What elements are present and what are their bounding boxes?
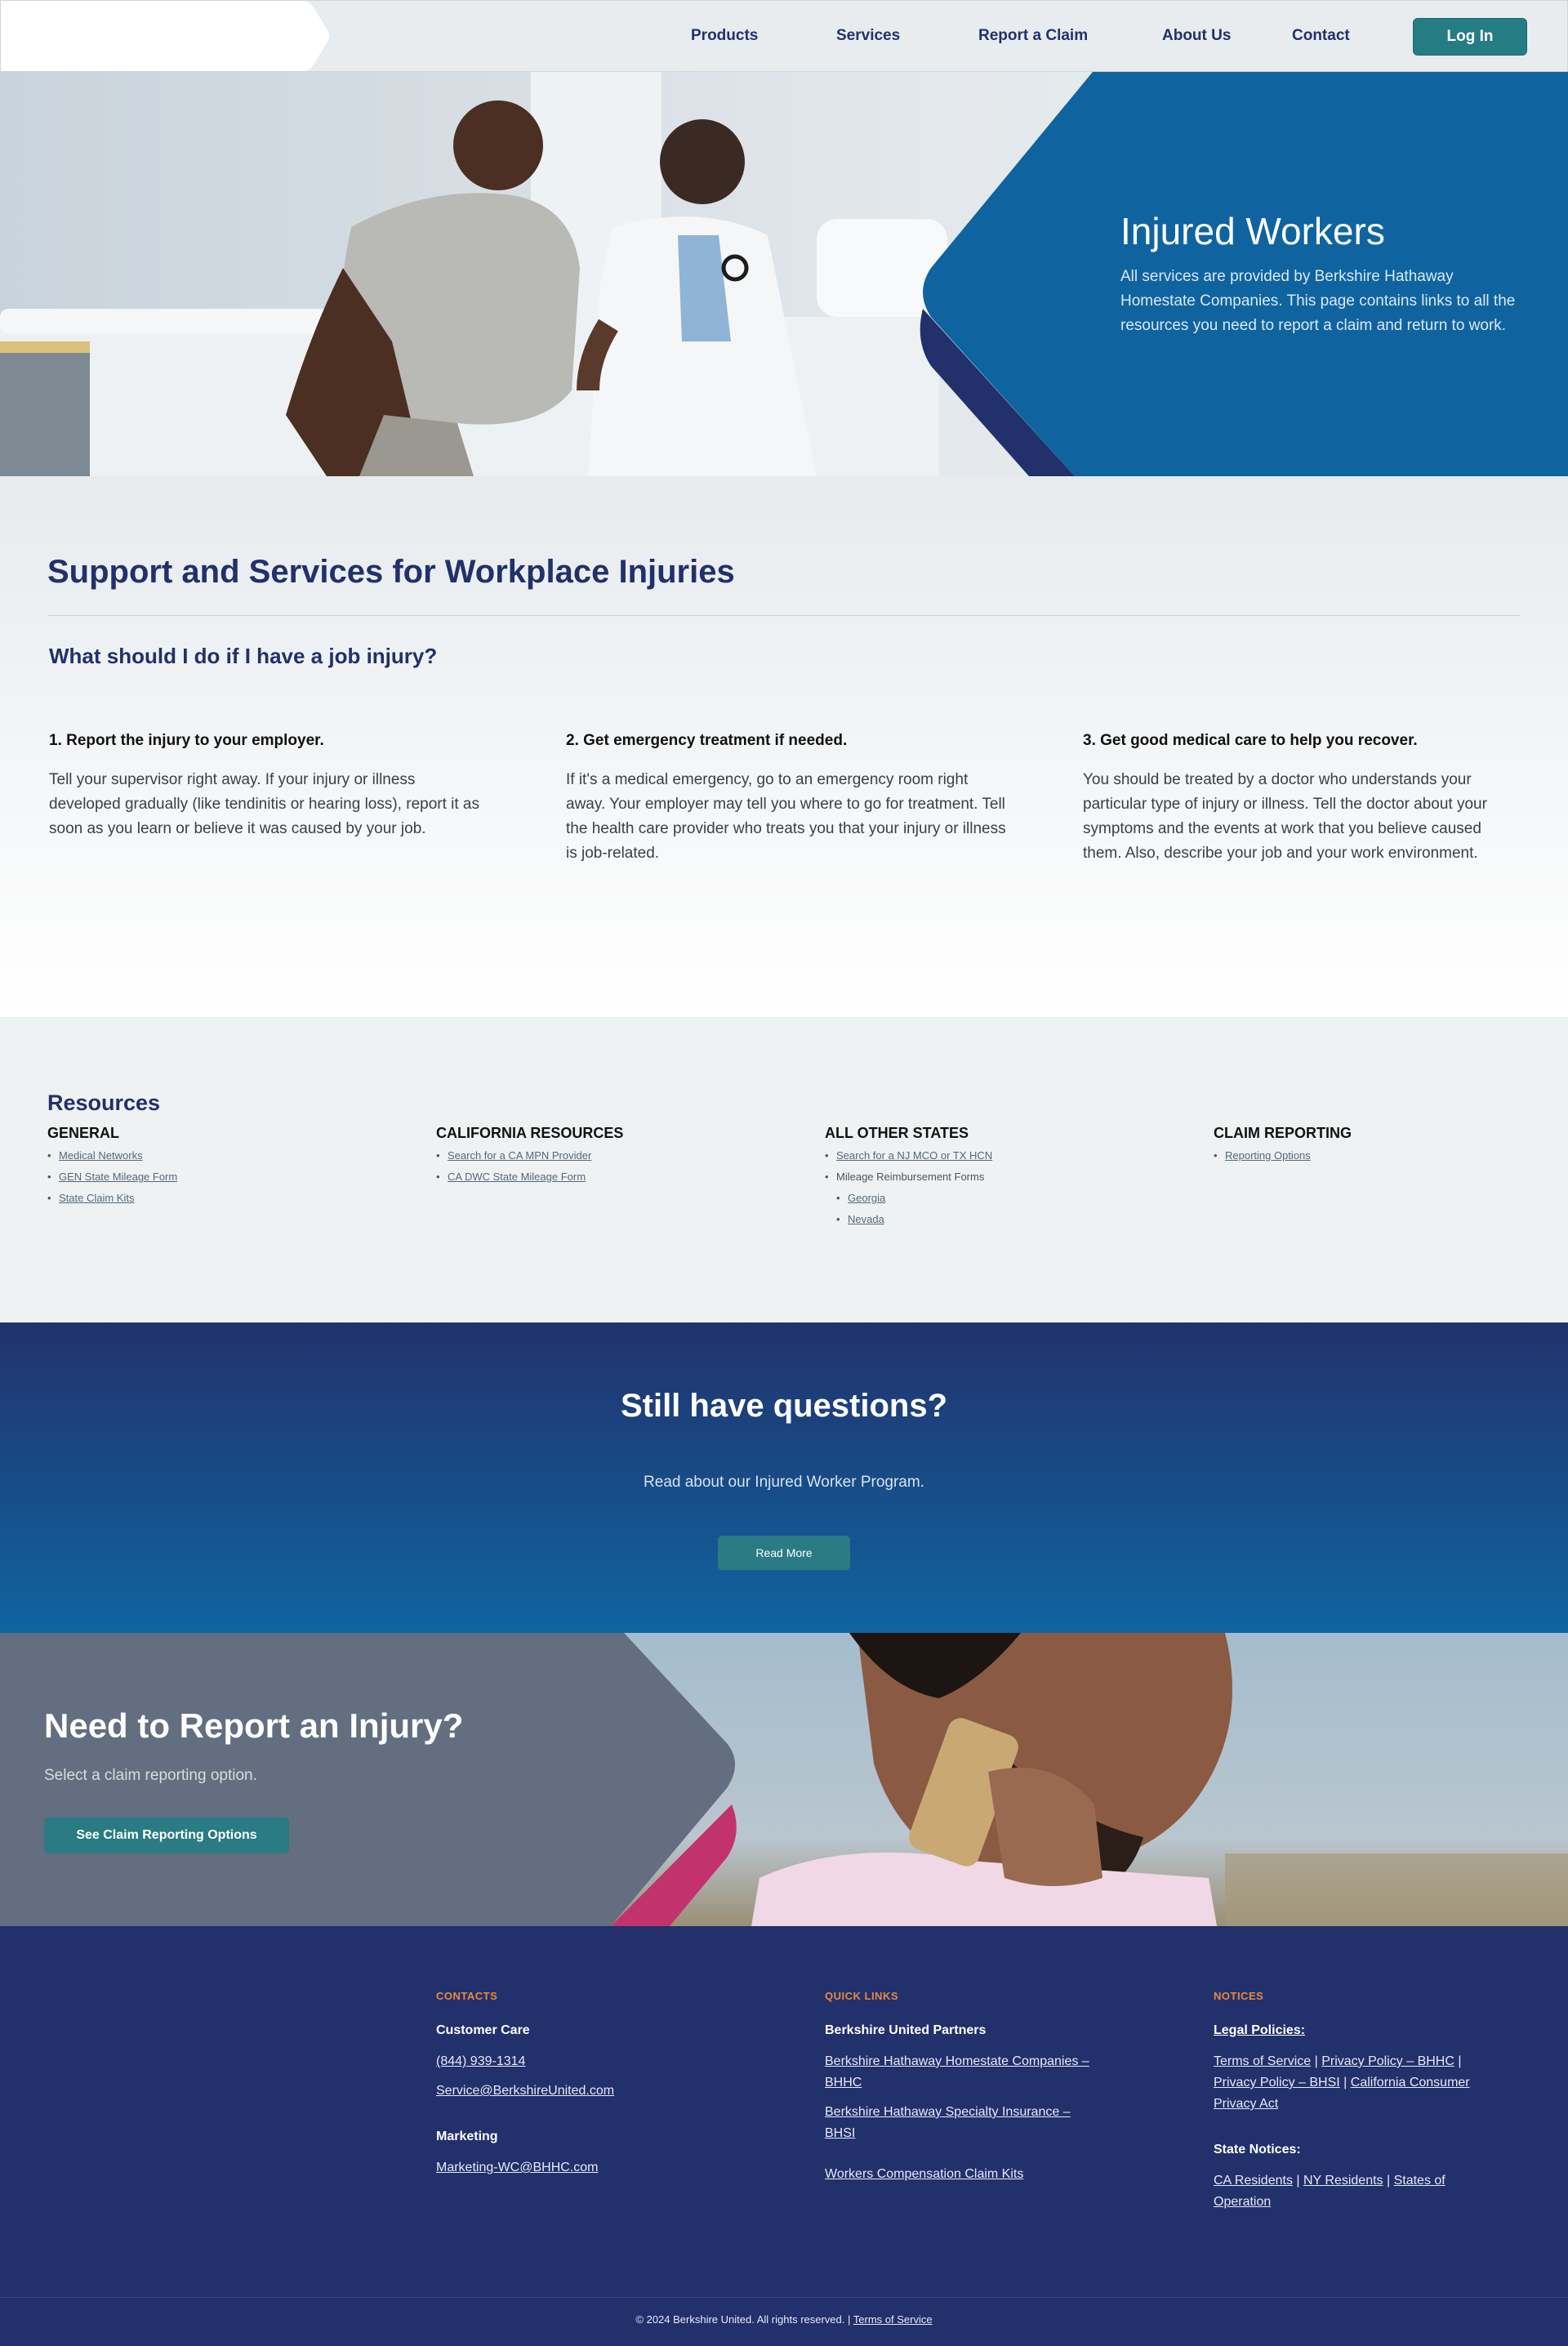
separator: |	[1386, 2174, 1391, 2188]
support-subtitle: What should I do if I have a job injury?	[49, 644, 438, 668]
privacy-bhhc-link[interactable]: Privacy Policy – BHHC	[1321, 2054, 1454, 2068]
footer-notices: NOTICES Legal Policies: Terms of Service…	[1214, 1990, 1483, 2213]
footer-terms-link[interactable]: Terms of Service	[853, 2313, 933, 2326]
resources-heading: GENERAL	[47, 1125, 120, 1141]
resource-link-ca-mpn-provider[interactable]: Search for a CA MPN Provider	[448, 1149, 591, 1162]
questions-text: Read about our Injured Worker Program.	[644, 1474, 924, 1491]
footer-divider	[0, 2297, 1568, 2298]
footer-contacts: CONTACTS Customer Care (844) 939-1314 Se…	[436, 1990, 706, 2187]
terms-link[interactable]: Terms of Service	[1214, 2054, 1311, 2068]
resource-link-medical-networks[interactable]: Medical Networks	[59, 1149, 143, 1162]
footer-subheading: Customer Care	[436, 2023, 530, 2037]
bhhc-link[interactable]: Berkshire Hathaway Homestate Companies –…	[825, 2051, 1094, 2094]
questions-title: Still have questions?	[620, 1388, 948, 1424]
step-text: Tell your supervisor right away. If your…	[49, 771, 479, 837]
ca-residents-link[interactable]: CA Residents	[1214, 2174, 1293, 2188]
claim-reporting-options-button[interactable]: See Claim Reporting Options	[44, 1817, 289, 1853]
ny-residents-link[interactable]: NY Residents	[1303, 2174, 1383, 2188]
step-card-3: 3. Get good medical care to help you rec…	[1083, 732, 1524, 866]
resource-link-nj-mco-tx-hcn[interactable]: Search for a NJ MCO or TX HCN	[836, 1149, 992, 1162]
nav-products[interactable]: Products	[691, 27, 758, 45]
step-text: You should be treated by a doctor who un…	[1083, 771, 1487, 862]
resources-general: GENERAL Medical Networks GEN State Milea…	[47, 1125, 407, 1209]
resources-heading: CLAIM REPORTING	[1214, 1125, 1352, 1141]
bhsi-link[interactable]: Berkshire Hathaway Specialty Insurance –…	[825, 2102, 1094, 2144]
step-title: 1. Report the injury to your employer.	[49, 732, 324, 749]
footer-quick-links: QUICK LINKS Berkshire United Partners Be…	[825, 1990, 1094, 2193]
footer-subheading: Marketing	[436, 2130, 498, 2143]
login-button[interactable]: Log In	[1413, 18, 1527, 56]
separator: |	[1296, 2174, 1300, 2188]
resource-link-ca-dwc-mileage-form[interactable]: CA DWC State Mileage Form	[448, 1171, 586, 1183]
step-text: If it's a medical emergency, go to an em…	[566, 771, 1006, 862]
resource-link-reporting-options[interactable]: Reporting Options	[1225, 1149, 1311, 1162]
step-title: 3. Get good medical care to help you rec…	[1083, 732, 1418, 749]
separator: |	[1458, 2054, 1462, 2068]
hero-title: Injured Workers	[1120, 210, 1385, 252]
site-footer: CONTACTS Customer Care (844) 939-1314 Se…	[0, 1926, 1568, 2346]
report-text: Select a claim reporting option.	[44, 1767, 257, 1784]
phone-link[interactable]: (844) 939-1314	[436, 2051, 706, 2072]
marketing-email-link[interactable]: Marketing-WC@BHHC.com	[436, 2157, 706, 2179]
state-notices-label: State Notices:	[1214, 2143, 1301, 2156]
list-item: Search for a CA MPN Provider	[436, 1145, 795, 1166]
list-item: Search for a NJ MCO or TX HCN	[825, 1145, 1184, 1166]
list-item: GEN State Mileage Form	[47, 1166, 407, 1188]
nav-contact[interactable]: Contact	[1292, 27, 1350, 45]
step-card-2: 2. Get emergency treatment if needed. If…	[566, 732, 1007, 866]
resources-heading: CALIFORNIA RESOURCES	[436, 1125, 624, 1141]
list-item: Reporting Options	[1214, 1145, 1568, 1166]
footer-subheading: Berkshire United Partners	[825, 2023, 987, 2037]
list-item: Medical Networks	[47, 1145, 407, 1166]
site-header: Products Services Report a Claim About U…	[0, 0, 1568, 72]
resources-title: Resources	[47, 1090, 161, 1115]
claim-kits-link[interactable]: Workers Compensation Claim Kits	[825, 2164, 1094, 2185]
state-links: CA Residents | NY Residents | States of …	[1214, 2170, 1483, 2213]
hero-banner: Injured Workers All services are provide…	[0, 72, 1568, 476]
logo-area[interactable]	[1, 1, 329, 71]
report-title: Need to Report an Injury?	[44, 1706, 464, 1745]
separator: |	[1343, 2076, 1348, 2090]
footer-heading: QUICK LINKS	[825, 1990, 898, 2002]
separator: |	[1314, 2054, 1318, 2068]
resource-link-gen-mileage-form[interactable]: GEN State Mileage Form	[59, 1171, 177, 1183]
divider	[47, 615, 1521, 616]
report-injury-section: Need to Report an Injury? Select a claim…	[0, 1633, 1568, 1926]
support-title: Support and Services for Workplace Injur…	[47, 554, 735, 590]
list-item: State Claim Kits	[47, 1188, 407, 1209]
resources-other-states: ALL OTHER STATES Search for a NJ MCO or …	[825, 1125, 1184, 1230]
copyright: © 2024 Berkshire United. All rights rese…	[0, 2313, 1568, 2326]
footer-heading: CONTACTS	[436, 1990, 498, 2002]
read-more-button[interactable]: Read More	[718, 1536, 850, 1570]
questions-section: Still have questions? Read about our Inj…	[0, 1322, 1568, 1633]
list-item: CA DWC State Mileage Form	[436, 1166, 795, 1188]
privacy-bhsi-link[interactable]: Privacy Policy – BHSI	[1214, 2076, 1340, 2090]
nav-report-claim[interactable]: Report a Claim	[978, 27, 1088, 45]
list-item: Georgia	[825, 1188, 1184, 1209]
resource-link-georgia[interactable]: Georgia	[848, 1192, 885, 1204]
resources-california: CALIFORNIA RESOURCES Search for a CA MPN…	[436, 1125, 795, 1188]
hero-description: All services are provided by Berkshire H…	[1120, 268, 1516, 334]
resources-section: Resources GENERAL Medical Networks GEN S…	[0, 1017, 1568, 1322]
step-card-1: 1. Report the injury to your employer. T…	[49, 732, 490, 841]
resources-claim-reporting: CLAIM REPORTING Reporting Options	[1214, 1125, 1568, 1166]
list-item: Nevada	[825, 1209, 1184, 1230]
email-link[interactable]: Service@BerkshireUnited.com	[436, 2081, 706, 2102]
list-item: Mileage Reimbursement Forms	[825, 1166, 1184, 1188]
resource-link-state-claim-kits[interactable]: State Claim Kits	[59, 1192, 134, 1204]
support-section: Support and Services for Workplace Injur…	[0, 476, 1568, 1017]
resources-heading: ALL OTHER STATES	[825, 1125, 969, 1141]
legal-policies-label: Legal Policies:	[1214, 2023, 1306, 2037]
step-title: 2. Get emergency treatment if needed.	[566, 732, 848, 749]
nav-about-us[interactable]: About Us	[1162, 27, 1231, 45]
footer-heading: NOTICES	[1214, 1990, 1264, 2002]
nav-services[interactable]: Services	[836, 27, 900, 45]
copyright-text: © 2024 Berkshire United. All rights rese…	[635, 2313, 851, 2326]
legal-links: Terms of Service | Privacy Policy – BHHC…	[1214, 2051, 1483, 2115]
resource-link-nevada[interactable]: Nevada	[848, 1213, 884, 1225]
